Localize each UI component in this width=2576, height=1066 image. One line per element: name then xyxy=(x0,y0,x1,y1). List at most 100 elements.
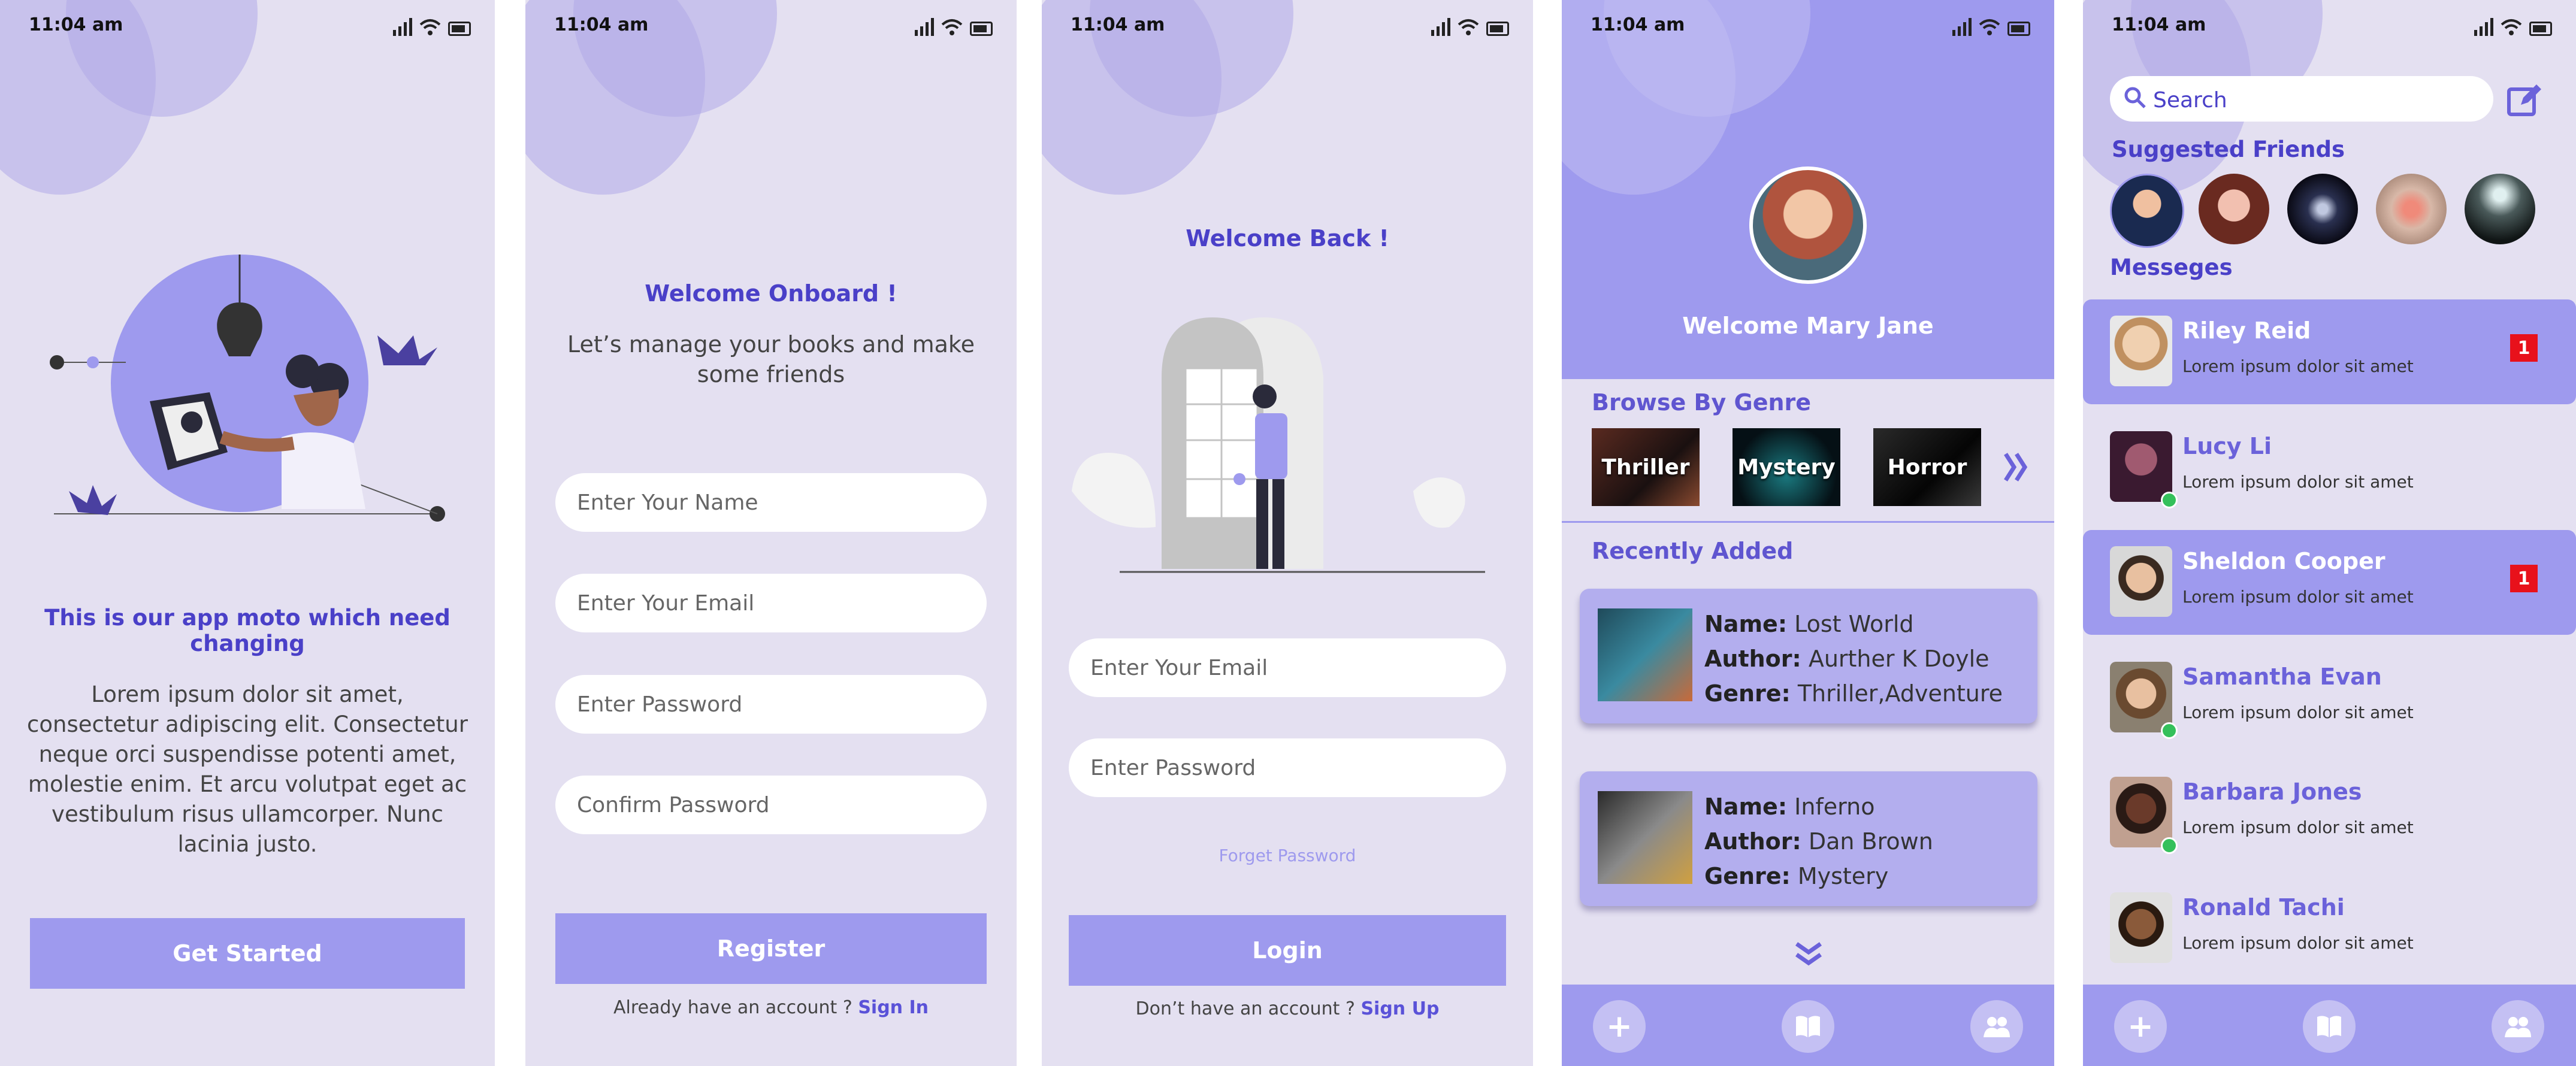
message-row[interactable]: Barbara Jones Lorem ipsum dolor sit amet xyxy=(2083,761,2576,865)
contact-name: Ronald Tachi xyxy=(2182,894,2345,920)
onboarding-screen: 11:04 am This is our app moto which need… xyxy=(0,0,495,1066)
friend-avatar[interactable] xyxy=(2199,174,2269,244)
signin-prompt-text: Already have an account ? xyxy=(613,997,852,1018)
message-preview: Lorem ipsum dolor sit amet xyxy=(2182,817,2414,837)
book-info: Name: Inferno Author: Dan Brown Genre: M… xyxy=(1704,789,1933,894)
register-button[interactable]: Register xyxy=(555,913,987,984)
signal-icon xyxy=(915,17,934,36)
status-time: 11:04 am xyxy=(2112,14,2206,35)
friends-glyph xyxy=(2505,1017,2531,1037)
book-cover xyxy=(1598,791,1692,884)
book-icon[interactable] xyxy=(1782,1000,1834,1053)
book-info: Name: Lost World Author: Aurther K Doyle… xyxy=(1704,607,2003,711)
battery-icon xyxy=(970,22,993,36)
signal-icon xyxy=(2474,17,2493,36)
signal-icon xyxy=(1431,17,1450,36)
search-input[interactable]: Search xyxy=(2110,76,2493,122)
book-name: Lost World xyxy=(1794,611,1914,637)
wifi-icon xyxy=(1979,19,2000,35)
book-genre: Mystery xyxy=(1797,863,1889,889)
unread-badge: 1 xyxy=(2510,334,2538,362)
email-input[interactable] xyxy=(1069,638,1506,697)
login-screen: 11:04 am Welcome Back ! Forget Password … xyxy=(1042,0,1533,1066)
book-genre: Thriller,Adventure xyxy=(1797,680,2003,707)
login-button[interactable]: Login xyxy=(1069,915,1506,986)
book-card[interactable]: Name: Inferno Author: Dan Brown Genre: M… xyxy=(1580,771,2037,906)
recently-added-title: Recently Added xyxy=(1592,538,1794,564)
name-input[interactable] xyxy=(555,473,987,532)
status-icons xyxy=(393,17,471,36)
get-started-button[interactable]: Get Started xyxy=(30,918,465,989)
plus-icon[interactable]: + xyxy=(2114,1000,2167,1053)
welcome-text: Welcome Mary Jane xyxy=(1682,313,1934,339)
genre-label: Genre: xyxy=(1704,680,1791,707)
password-input[interactable] xyxy=(555,675,987,734)
friend-avatar[interactable] xyxy=(2287,174,2358,244)
book-author: Dan Brown xyxy=(1808,828,1933,855)
book-card[interactable]: Name: Lost World Author: Aurther K Doyle… xyxy=(1580,589,2037,723)
signin-prompt: Already have an account ? Sign In xyxy=(525,997,1017,1018)
signal-icon xyxy=(1952,17,1972,36)
intro-paragraph: Lorem ipsum dolor sit amet, consectetur … xyxy=(27,682,468,857)
message-row[interactable]: Ronald Tachi Lorem ipsum dolor sit amet xyxy=(2083,876,2576,981)
avatar xyxy=(2110,662,2172,732)
status-time: 11:04 am xyxy=(1071,14,1165,35)
online-indicator xyxy=(2161,837,2178,854)
message-row[interactable]: Samantha Evan Lorem ipsum dolor sit amet xyxy=(2083,646,2576,750)
friends-icon[interactable] xyxy=(2492,1000,2544,1053)
status-time: 11:04 am xyxy=(1591,14,1685,35)
browse-genre-title: Browse By Genre xyxy=(1592,389,1812,416)
message-row[interactable]: Riley Reid Lorem ipsum dolor sit amet 1 xyxy=(2083,299,2576,404)
status-icons xyxy=(1952,17,2030,36)
friend-avatar[interactable] xyxy=(2110,174,2184,248)
contact-name: Samantha Evan xyxy=(2182,664,2382,690)
genre-horror[interactable]: Horror xyxy=(1873,428,1981,506)
email-input[interactable] xyxy=(555,574,987,632)
message-preview: Lorem ipsum dolor sit amet xyxy=(2182,933,2414,953)
book-icon[interactable] xyxy=(2303,1000,2356,1053)
message-row[interactable]: Lucy Li Lorem ipsum dolor sit amet xyxy=(2083,415,2576,520)
signup-link[interactable]: Sign Up xyxy=(1360,998,1439,1019)
online-indicator xyxy=(2161,492,2178,508)
avatar xyxy=(2110,892,2172,963)
plus-icon[interactable]: + xyxy=(1593,1000,1646,1053)
status-bar: 11:04 am xyxy=(1042,0,1533,51)
name-label: Name: xyxy=(1704,611,1788,637)
genre-mystery[interactable]: Mystery xyxy=(1733,428,1840,506)
contact-name: Sheldon Cooper xyxy=(2182,548,2385,574)
message-preview: Lorem ipsum dolor sit amet xyxy=(2182,587,2414,607)
search-placeholder: Search xyxy=(2153,88,2227,113)
wifi-icon xyxy=(419,19,441,35)
signin-link[interactable]: Sign In xyxy=(858,997,929,1018)
wifi-icon xyxy=(2501,19,2522,35)
avatar xyxy=(2110,777,2172,847)
confirm-password-input[interactable] xyxy=(555,776,987,834)
suggested-friends-title: Suggested Friends xyxy=(2112,137,2345,162)
battery-icon xyxy=(448,22,471,36)
status-icons xyxy=(1431,17,1509,36)
app-motto: This is our app moto which need changing xyxy=(44,605,451,656)
battery-icon xyxy=(2529,22,2552,36)
status-icons xyxy=(2474,17,2552,36)
genre-thriller[interactable]: Thriller xyxy=(1592,428,1700,506)
messages-screen: 11:04 am Search Suggested Friends Messeg… xyxy=(2083,0,2576,1066)
signup-prompt: Don’t have an account ? Sign Up xyxy=(1042,998,1533,1019)
password-input[interactable] xyxy=(1069,738,1506,797)
page-subtitle: Let’s manage your books and make some fr… xyxy=(567,331,975,387)
forgot-password-link[interactable]: Forget Password xyxy=(1042,846,1533,865)
chevron-down-icon[interactable] xyxy=(1793,940,1824,968)
avatar xyxy=(2110,431,2172,502)
avatar xyxy=(2110,546,2172,617)
contact-name: Barbara Jones xyxy=(2182,779,2362,805)
message-row[interactable]: Sheldon Cooper Lorem ipsum dolor sit ame… xyxy=(2083,530,2576,635)
genre-label: Horror xyxy=(1887,455,1967,480)
chevron-right-icon[interactable] xyxy=(2002,450,2030,484)
friend-avatar[interactable] xyxy=(2465,174,2535,244)
friend-avatar[interactable] xyxy=(2376,174,2447,244)
messages-title: Messeges xyxy=(2110,255,2233,280)
compose-icon[interactable] xyxy=(2505,81,2544,119)
status-bar: 11:04 am xyxy=(0,0,495,51)
friends-icon[interactable] xyxy=(1970,1000,2023,1053)
avatar[interactable] xyxy=(1749,166,1867,284)
status-time: 11:04 am xyxy=(554,14,649,35)
